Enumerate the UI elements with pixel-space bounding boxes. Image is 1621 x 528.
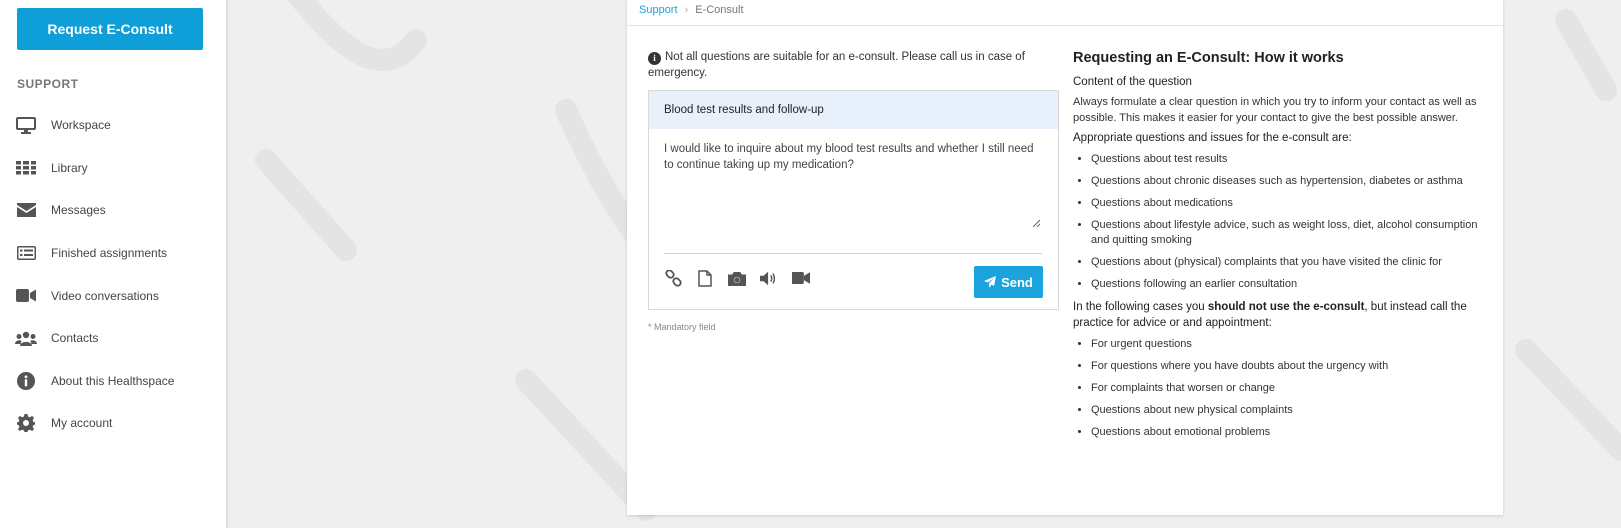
envelope-icon: [15, 201, 37, 219]
notice-text: Not all questions are suitable for an e-…: [648, 51, 1025, 79]
subject-input[interactable]: [649, 91, 1058, 129]
econsult-form: I would like to inquire about my blood t…: [648, 90, 1059, 310]
list-item: Questions about chronic diseases such as…: [1091, 174, 1488, 189]
grid-icon: [15, 159, 37, 177]
audio-icon[interactable]: [760, 269, 778, 287]
info-icon: i: [648, 52, 661, 65]
list-item: Questions about lifestyle advice, such a…: [1091, 218, 1488, 248]
sidebar-item-my-account[interactable]: My account: [0, 402, 226, 445]
info-icon: [15, 371, 37, 390]
list-item: Questions about new physical complaints: [1091, 403, 1488, 418]
sidebar-item-label: Workspace: [51, 118, 111, 133]
breadcrumb-support-link[interactable]: Support: [639, 4, 678, 16]
sidebar-item-contacts[interactable]: Contacts: [0, 317, 226, 360]
list-item: For questions where you have doubts abou…: [1091, 359, 1488, 374]
sidebar-item-label: Contacts: [51, 331, 99, 346]
breadcrumb-divider: [627, 25, 1503, 26]
sidebar-item-about-healthspace[interactable]: About this Healthspace: [0, 360, 226, 403]
appropriate-list: Questions about test results Questions a…: [1073, 152, 1488, 292]
send-button[interactable]: Send: [974, 266, 1043, 298]
list-item: Questions about emotional problems: [1091, 425, 1488, 440]
list-item: For urgent questions: [1091, 337, 1488, 352]
camera-icon[interactable]: [728, 269, 746, 287]
gear-icon: [15, 414, 37, 433]
sidebar: Request E-Consult SUPPORT Workspace Libr…: [0, 0, 226, 528]
sidebar-item-label: My account: [51, 416, 113, 431]
list-item: For complaints that worsen or change: [1091, 381, 1488, 396]
sidebar-item-label: Library: [51, 160, 88, 175]
list-item: Questions about medications: [1091, 196, 1488, 211]
info-title: Requesting an E-Consult: How it works: [1073, 50, 1344, 66]
content-text: Always formulate a clear question in whi…: [1073, 96, 1477, 124]
users-icon: [15, 329, 37, 347]
sidebar-item-label: Finished assignments: [51, 246, 168, 261]
file-icon[interactable]: [696, 269, 714, 287]
sidebar-item-video-conversations[interactable]: Video conversations: [0, 274, 226, 317]
econsult-panel: Support › E-Consult i Not all questions a…: [627, 0, 1503, 515]
message-textarea[interactable]: I would like to inquire about my blood t…: [664, 141, 1042, 233]
list-item: Questions about test results: [1091, 152, 1488, 167]
sidebar-item-finished-assignments[interactable]: Finished assignments: [0, 232, 226, 275]
request-econsult-button[interactable]: Request E-Consult: [17, 8, 203, 50]
toolbar-divider: [664, 253, 1042, 254]
attachment-toolbar: [664, 269, 824, 287]
sidebar-item-label: Messages: [51, 203, 106, 218]
paper-plane-icon: [984, 276, 997, 288]
how-it-works: Requesting an E-Consult: How it works Co…: [1073, 50, 1488, 447]
content-heading: Content of the question: [1073, 76, 1192, 88]
video-camera-icon: [15, 287, 37, 305]
sidebar-section-title: SUPPORT: [17, 77, 79, 91]
breadcrumb: Support › E-Consult: [639, 4, 744, 16]
sidebar-item-library[interactable]: Library: [0, 147, 226, 190]
sidebar-item-label: About this Healthspace: [51, 373, 175, 388]
sidebar-item-messages[interactable]: Messages: [0, 189, 226, 232]
link-icon[interactable]: [664, 269, 682, 287]
checklist-icon: [15, 244, 37, 262]
breadcrumb-current: E-Consult: [695, 4, 744, 16]
not-use-text: In the following cases you should not us…: [1073, 301, 1467, 329]
sidebar-item-workspace[interactable]: Workspace: [0, 104, 226, 147]
send-label: Send: [1001, 274, 1033, 290]
monitor-icon: [15, 116, 37, 134]
not-use-list: For urgent questions For questions where…: [1073, 337, 1488, 440]
mandatory-note: * Mandatory field: [648, 322, 716, 332]
resize-grip-icon[interactable]: [1032, 219, 1041, 228]
emergency-notice: i Not all questions are suitable for an e…: [648, 49, 1063, 81]
chevron-right-icon: ›: [684, 4, 689, 16]
appropriate-heading: Appropriate questions and issues for the…: [1073, 132, 1352, 144]
sidebar-item-label: Video conversations: [51, 288, 159, 303]
sidebar-nav: Workspace Library Messages Finished assi…: [0, 104, 226, 445]
list-item: Questions following an earlier consultat…: [1091, 277, 1488, 292]
video-icon[interactable]: [792, 269, 810, 287]
list-item: Questions about (physical) complaints th…: [1091, 255, 1488, 270]
